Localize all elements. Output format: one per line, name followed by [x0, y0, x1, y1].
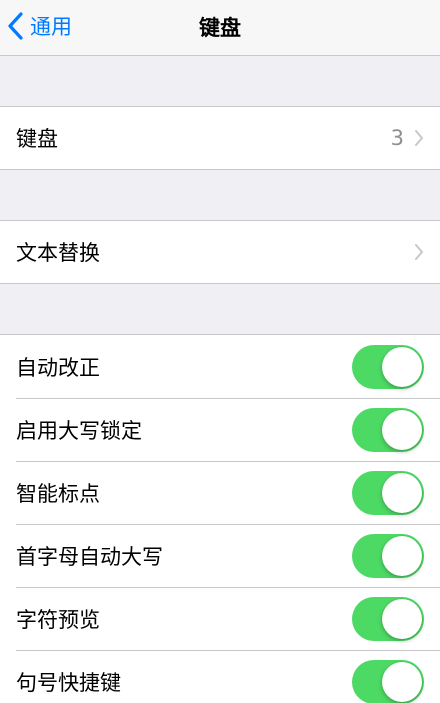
character-preview-switch[interactable] [352, 596, 424, 641]
toggle-row-auto-correct: 自动改正 [0, 335, 440, 398]
toggle-label: 启用大写锁定 [16, 418, 142, 443]
caps-lock-switch[interactable] [352, 407, 424, 452]
text-replacement-label: 文本替换 [16, 241, 100, 265]
switch-knob [382, 346, 422, 387]
toggle-row-period-shortcut: 句号快捷键 [0, 650, 440, 703]
navigation-bar: 通用 键盘 [0, 0, 440, 56]
toggle-label: 句号快捷键 [16, 670, 121, 695]
page-title: 键盘 [199, 16, 241, 40]
toggle-label: 首字母自动大写 [16, 544, 163, 569]
keyboards-count: 3 [390, 126, 404, 150]
switch-knob [382, 409, 422, 450]
keyboards-label: 键盘 [16, 127, 58, 151]
toggle-row-auto-capitalization: 首字母自动大写 [0, 524, 440, 587]
toggle-row-character-preview: 字符预览 [0, 587, 440, 650]
smart-punctuation-switch[interactable] [352, 470, 424, 515]
toggles-group: 自动改正 启用大写锁定 智能标点 首字母自动大写 字符预览 句号快捷键 [0, 334, 440, 703]
chevron-right-icon [415, 130, 423, 146]
toggle-row-smart-punctuation: 智能标点 [0, 461, 440, 524]
toggle-row-caps-lock: 启用大写锁定 [0, 398, 440, 461]
toggle-label: 字符预览 [16, 607, 100, 632]
settings-list: 键盘 3 文本替换 自动改正 启用大写锁定 智能标点 首字母自动大写 字符预览 … [0, 56, 440, 703]
chevron-right-icon [415, 244, 423, 260]
keyboards-row[interactable]: 键盘 3 [0, 107, 440, 169]
switch-knob [382, 472, 422, 513]
auto-capitalization-switch[interactable] [352, 533, 424, 578]
toggle-label: 智能标点 [16, 481, 100, 506]
period-shortcut-switch[interactable] [352, 659, 424, 703]
keyboards-group: 键盘 3 [0, 106, 440, 170]
text-replacement-group: 文本替换 [0, 220, 440, 284]
switch-knob [382, 598, 422, 639]
switch-knob [382, 535, 422, 576]
switch-knob [382, 661, 422, 702]
toggle-label: 自动改正 [16, 355, 100, 380]
auto-correct-switch[interactable] [352, 344, 424, 389]
text-replacement-row[interactable]: 文本替换 [0, 221, 440, 283]
